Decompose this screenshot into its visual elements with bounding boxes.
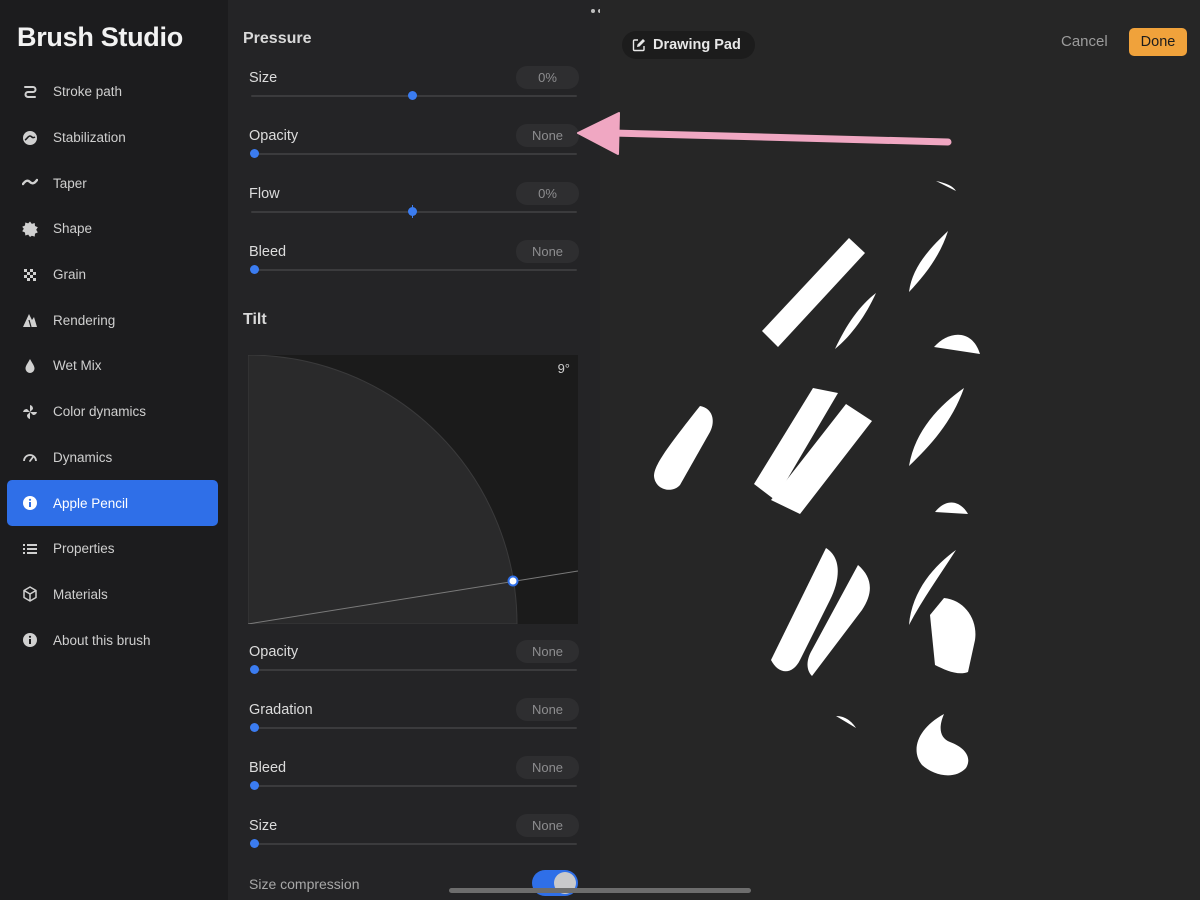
- sidebar-item-label: Color dynamics: [53, 404, 147, 420]
- setting-value-button[interactable]: None: [516, 814, 579, 837]
- setting-value-button[interactable]: 0%: [516, 66, 579, 89]
- sidebar-item-label: Rendering: [53, 312, 116, 328]
- sidebar-item-dynamics[interactable]: Dynamics: [7, 435, 218, 481]
- sidebar-item-label: Grain: [53, 267, 87, 283]
- sidebar-item-label: Dynamics: [53, 449, 113, 465]
- size-compression-setting: Size compression: [249, 870, 579, 898]
- sidebar-item-stroke-path[interactable]: Stroke path: [7, 69, 218, 115]
- pressure-size-setting: Size 0%: [249, 66, 579, 120]
- drawing-pad-title: Drawing Pad: [653, 37, 741, 53]
- setting-value-button[interactable]: None: [516, 124, 579, 147]
- tilt-size-setting: Size None: [249, 814, 579, 868]
- pressure-opacity-setting: Opacity None: [249, 124, 579, 178]
- dynamics-icon: [22, 449, 38, 465]
- setting-value-button[interactable]: 0%: [516, 182, 579, 205]
- tilt-bleed-setting: Bleed None: [249, 756, 579, 810]
- grain-icon: [22, 267, 38, 283]
- tilt-opacity-setting: Opacity None: [249, 640, 579, 694]
- setting-label: Bleed: [249, 244, 287, 260]
- slider-track[interactable]: [251, 727, 577, 729]
- slider-track[interactable]: [251, 669, 577, 671]
- setting-label: Size compression: [249, 876, 360, 892]
- pressure-bleed-setting: Bleed None: [249, 240, 579, 294]
- cube-icon: [22, 586, 38, 603]
- sidebar-item-label: Stroke path: [53, 84, 123, 100]
- info-icon: [22, 495, 38, 511]
- tilt-angle-value: 9°: [557, 361, 570, 376]
- tilt-section-title: Tilt: [243, 311, 267, 328]
- setting-label: Size: [249, 818, 278, 834]
- cancel-button[interactable]: Cancel: [1061, 33, 1108, 50]
- slider-thumb[interactable]: [408, 91, 417, 100]
- slider-thumb[interactable]: [408, 207, 417, 216]
- sidebar-item-color-dynamics[interactable]: Color dynamics: [7, 389, 218, 435]
- sidebar-item-materials[interactable]: Materials: [7, 572, 218, 618]
- done-button[interactable]: Done: [1129, 28, 1187, 56]
- sidebar-item-label: About this brush: [53, 632, 151, 648]
- tilt-graph-canvas: [248, 355, 578, 624]
- slider-thumb[interactable]: [250, 781, 259, 790]
- sidebar-item-grain[interactable]: Grain: [7, 252, 218, 298]
- slider-thumb[interactable]: [250, 665, 259, 674]
- sidebar-item-label: Materials: [53, 586, 108, 602]
- sidebar-item-label: Apple Pencil: [53, 495, 129, 511]
- sidebar-item-apple-pencil[interactable]: Apple Pencil: [7, 480, 218, 526]
- taper-icon: [22, 175, 38, 191]
- drawing-pad-chip[interactable]: Drawing Pad: [622, 31, 755, 59]
- slider-track[interactable]: [251, 785, 577, 787]
- tilt-gradation-setting: Gradation None: [249, 698, 579, 752]
- wet-mix-icon: [22, 358, 38, 374]
- setting-label: Opacity: [249, 128, 299, 144]
- slider-thumb[interactable]: [250, 265, 259, 274]
- sidebar-item-taper[interactable]: Taper: [7, 160, 218, 206]
- sidebar-item-stabilization[interactable]: Stabilization: [7, 115, 218, 161]
- sidebar-item-properties[interactable]: Properties: [7, 526, 218, 572]
- setting-value-button[interactable]: None: [516, 756, 579, 779]
- setting-value-button[interactable]: None: [516, 698, 579, 721]
- sidebar-item-label: Shape: [53, 221, 93, 237]
- info-icon: [22, 632, 38, 648]
- slider-thumb[interactable]: [250, 723, 259, 732]
- shape-icon: [22, 221, 38, 237]
- app-title: Brush Studio: [17, 22, 183, 52]
- color-dynamics-icon: [22, 404, 38, 420]
- edit-icon: [632, 39, 645, 52]
- settings-panel: Pressure Size 0% Opacity None Flow 0% Bl…: [228, 0, 600, 900]
- sidebar-item-label: Taper: [53, 175, 87, 191]
- tilt-angle-handle[interactable]: [507, 575, 519, 587]
- list-icon: [22, 541, 38, 557]
- stabilization-icon: [22, 130, 38, 146]
- tilt-graph[interactable]: 9°: [248, 355, 578, 624]
- home-indicator[interactable]: [449, 888, 751, 893]
- slider-track[interactable]: [251, 269, 577, 271]
- rendering-icon: [22, 312, 38, 328]
- sidebar-item-label: Properties: [53, 541, 115, 557]
- sidebar-nav: Stroke path Stabilization Taper Shape Gr…: [7, 69, 218, 663]
- sidebar-item-about-brush[interactable]: About this brush: [7, 617, 218, 663]
- sidebar-item-rendering[interactable]: Rendering: [7, 297, 218, 343]
- sidebar: Brush Studio Stroke path Stabilization T…: [0, 0, 228, 900]
- stroke-path-icon: [22, 84, 38, 100]
- sidebar-item-label: Stabilization: [53, 130, 126, 146]
- sidebar-item-shape[interactable]: Shape: [7, 206, 218, 252]
- setting-value-button[interactable]: None: [516, 240, 579, 263]
- sidebar-item-wet-mix[interactable]: Wet Mix: [7, 343, 218, 389]
- drawing-pad[interactable]: Drawing Pad Cancel Done: [600, 0, 1200, 900]
- slider-thumb[interactable]: [250, 839, 259, 848]
- setting-value-button[interactable]: None: [516, 640, 579, 663]
- slider-thumb[interactable]: [250, 149, 259, 158]
- setting-label: Flow: [249, 186, 280, 202]
- slider-track[interactable]: [251, 153, 577, 155]
- setting-label: Size: [249, 70, 278, 86]
- setting-label: Gradation: [249, 702, 313, 718]
- slider-track[interactable]: [251, 843, 577, 845]
- pressure-flow-setting: Flow 0%: [249, 182, 579, 236]
- tilt-arc: [248, 355, 518, 624]
- setting-label: Opacity: [249, 644, 299, 660]
- setting-label: Bleed: [249, 760, 287, 776]
- pressure-section-title: Pressure: [243, 30, 312, 47]
- sidebar-item-label: Wet Mix: [53, 358, 102, 374]
- brush-stroke-preview: [654, 181, 980, 776]
